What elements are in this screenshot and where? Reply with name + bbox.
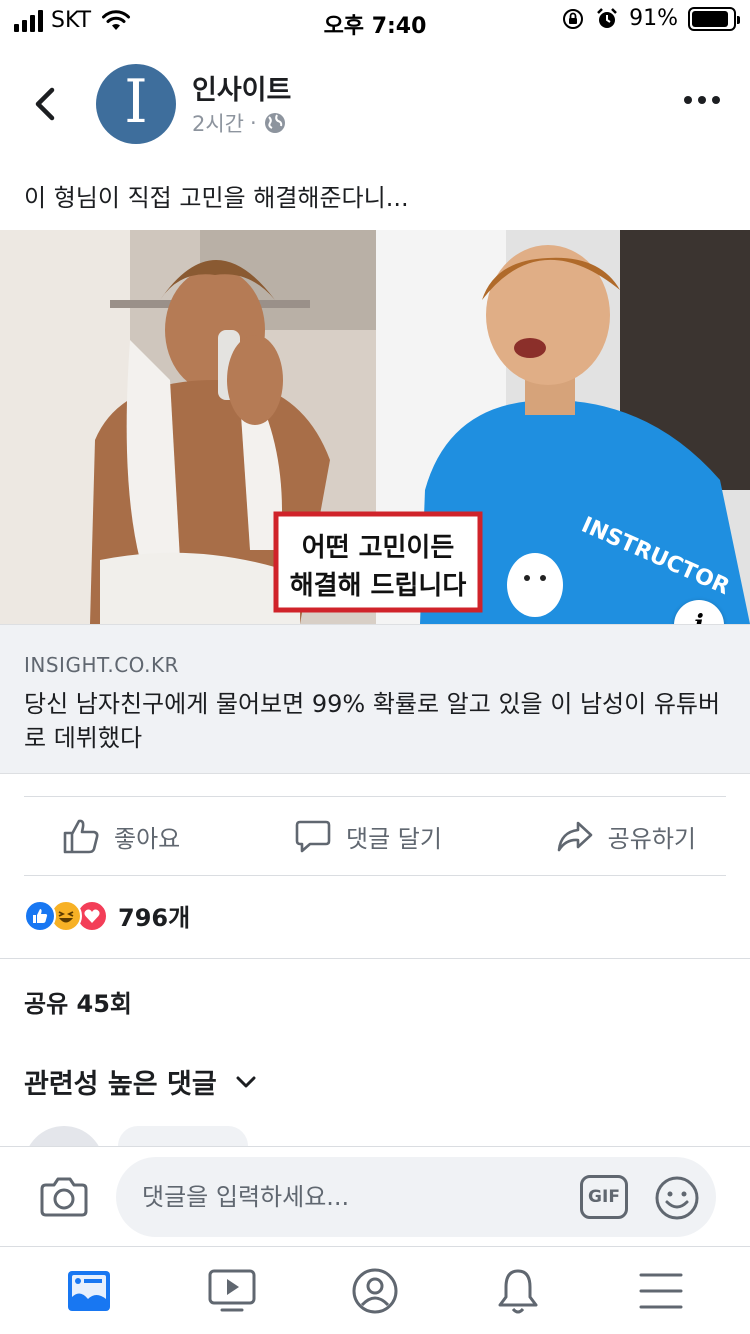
tab-profile[interactable] <box>335 1251 415 1331</box>
like-button[interactable]: 좋아요 <box>62 817 180 855</box>
battery-icon <box>688 6 740 31</box>
tab-news-feed[interactable] <box>49 1251 129 1331</box>
page-name[interactable]: 인사이트 <box>192 68 291 107</box>
page-avatar[interactable]: I <box>96 64 176 144</box>
reactions-summary[interactable]: 796개 <box>24 898 190 933</box>
avatar-letter: I <box>124 67 148 137</box>
comment-button[interactable]: 댓글 달기 <box>294 817 442 855</box>
link-preview-image[interactable]: INSTRUCTOR 어떤 고민이든 해결해 드립니다 <box>0 230 750 624</box>
rotation-lock-icon <box>563 8 584 29</box>
action-bar: 좋아요 댓글 달기 공유하기 <box>24 796 726 876</box>
post-message: 이 형님이 직접 고민을 해결해준다니... <box>24 184 409 212</box>
profile-icon <box>352 1268 398 1313</box>
battery-fill <box>692 10 729 27</box>
divider <box>0 958 750 959</box>
globe-icon <box>264 113 285 133</box>
comment-composer: GIF <box>0 1146 750 1246</box>
share-icon <box>557 821 592 852</box>
link-caption[interactable]: INSIGHT.CO.KR 당신 남자친구에게 물어보면 99% 확률로 알고 … <box>0 624 750 774</box>
chevron-down-icon <box>236 1076 256 1087</box>
alarm-icon <box>597 7 617 28</box>
tab-notifications[interactable] <box>478 1251 558 1331</box>
reaction-count: 796개 <box>118 904 191 932</box>
bell-icon <box>498 1269 538 1313</box>
back-button[interactable] <box>28 84 64 124</box>
status-right: 91% <box>561 6 740 31</box>
news-feed-icon <box>68 1270 111 1311</box>
camera-icon[interactable] <box>40 1175 88 1217</box>
like-label: 좋아요 <box>114 824 181 853</box>
comment-icon <box>295 820 331 853</box>
menu-icon <box>639 1273 683 1308</box>
post-time[interactable]: 2시간 <box>192 108 244 138</box>
gif-button[interactable]: GIF <box>580 1175 628 1219</box>
tab-menu[interactable] <box>621 1251 701 1331</box>
more-icon <box>684 96 692 104</box>
overlay-line-1: 어떤 고민이든 <box>302 533 455 563</box>
comment-label: 댓글 달기 <box>345 824 442 853</box>
post-meta: 2시간 · <box>192 108 287 138</box>
share-count[interactable]: 공유 45회 <box>24 984 132 1019</box>
share-label: 공유하기 <box>607 824 696 853</box>
link-domain: INSIGHT.CO.KR <box>24 653 179 677</box>
tab-watch[interactable] <box>192 1251 272 1331</box>
comment-sort-label: 관련성 높은 댓글 <box>24 1069 217 1100</box>
emoji-icon[interactable] <box>654 1175 700 1221</box>
video-icon <box>208 1269 256 1311</box>
post-header: I 인사이트 2시간 · <box>0 56 750 156</box>
share-button[interactable]: 공유하기 <box>556 817 696 855</box>
meta-separator: · <box>250 111 257 135</box>
tab-bar <box>0 1246 750 1334</box>
like-reaction-icon <box>24 899 56 932</box>
like-icon <box>63 819 99 854</box>
battery-percent: 91% <box>629 6 678 31</box>
status-bar: SKT 오후 7:40 91% <box>0 0 750 40</box>
link-title: 당신 남자친구에게 물어보면 99% 확률로 알고 있을 이 남성이 유튜버로 … <box>24 690 721 752</box>
overlay-line-2: 해결해 드립니다 <box>290 571 467 601</box>
more-options-button[interactable] <box>684 96 720 104</box>
comment-sort-toggle[interactable]: 관련성 높은 댓글 <box>24 1062 257 1101</box>
